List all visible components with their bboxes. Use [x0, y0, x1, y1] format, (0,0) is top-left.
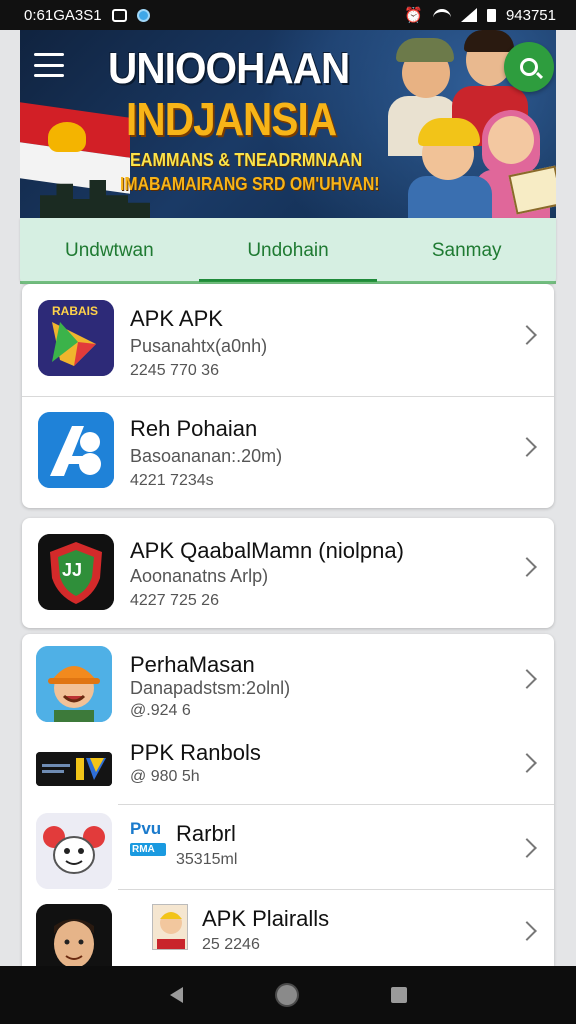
hamburger-icon-line — [34, 63, 64, 67]
worker-cartoon-graphic — [36, 646, 112, 722]
banner-title-line2: INDJANSIA — [126, 93, 337, 145]
search-icon — [520, 58, 538, 76]
status-time: 0:61GA3S1 — [24, 6, 102, 24]
tab-label: Undohain — [247, 240, 329, 261]
app-icon-label: JJ — [62, 560, 83, 580]
app-title: APK APK — [130, 306, 223, 331]
wifi-icon — [432, 9, 451, 21]
chevron-right-icon — [517, 669, 537, 689]
tab-bar: Undwtwan Undohain Sanmay — [20, 218, 556, 284]
small-avatar-graphic — [157, 912, 185, 949]
character-graphic — [36, 813, 112, 889]
app-card-group-3: PerhaMasan Danapadstsm:2olnl) @.924 6 PP… — [22, 634, 554, 966]
list-item[interactable]: PPK Ranbols @ 980 5h — [22, 730, 554, 804]
app-title: APK Plairalls — [202, 906, 330, 931]
chevron-right-icon — [517, 325, 537, 345]
status-right: ⏰ 943751 — [404, 6, 556, 25]
list-item[interactable]: Pvu RMA Rarbrl 35315ml — [22, 805, 554, 889]
tab-label: Sanmay — [431, 240, 502, 261]
letter-a-app-icon-graphic — [38, 412, 114, 488]
app-meta: 25 2246 — [202, 936, 260, 953]
app-title: Reh Pohaian — [130, 416, 258, 441]
chevron-right-icon — [517, 753, 537, 773]
letter-a-app-icon — [38, 412, 114, 488]
small-avatar-icon — [152, 904, 188, 950]
app-title: Rarbrl — [176, 821, 236, 846]
banner-subtitle-line1: EAMMANS & TNEADRMNAAN — [130, 150, 363, 170]
tab-label: Undwtwan — [64, 240, 154, 261]
tab-undwtwan[interactable]: Undwtwan — [20, 218, 199, 284]
system-nav-bar — [0, 966, 576, 1024]
character-soldier-hat — [396, 38, 454, 62]
badge-top-text: Pvu — [130, 819, 162, 838]
list-item[interactable]: PerhaMasan Danapadstsm:2olnl) @.924 6 — [22, 634, 554, 730]
character-worker-helmet — [418, 118, 480, 146]
home-icon[interactable] — [276, 985, 297, 1005]
app-card-group-2: JJ APK QaabalMamn (niolpna) Aoonanatns A… — [22, 518, 554, 628]
banner-title-line1: UNIOOHAAN — [108, 44, 350, 93]
list-item[interactable]: JJ APK QaabalMamn (niolpna) Aoonanatns A… — [22, 518, 554, 628]
chevron-right-icon — [517, 921, 537, 941]
recents-icon[interactable] — [390, 987, 407, 1003]
app-meta: 35315ml — [176, 851, 238, 868]
tab-undohain[interactable]: Undohain — [198, 218, 378, 284]
app-card-group-1: RABAIS APK APK Pusanahtx(a0nh) 2245 770 … — [22, 284, 554, 508]
list-item[interactable]: Reh Pohaian Basoananan:.20m) 4221 7234s — [22, 396, 554, 508]
status-right-text: 943751 — [505, 6, 556, 24]
status-bar: 0:61GA3S1 ⏰ 943751 — [0, 0, 576, 30]
worker-cartoon-icon — [36, 646, 112, 722]
app-icon-label: RABAIS — [52, 304, 99, 318]
portrait-app-icon — [36, 904, 112, 966]
signal-icon — [460, 8, 477, 22]
hamburger-icon-line — [34, 74, 64, 77]
chevron-right-icon — [517, 437, 537, 457]
app-meta: @ 980 5h — [130, 768, 200, 785]
dark-banner-app-icon — [36, 752, 112, 786]
book-icon — [508, 165, 556, 215]
chevron-right-icon — [517, 838, 537, 858]
menu-button[interactable] — [32, 50, 66, 80]
shield-app-icon: JJ — [38, 534, 114, 610]
character-man-hair — [464, 30, 514, 52]
emblem-icon — [48, 122, 86, 152]
search-button[interactable] — [504, 42, 554, 92]
character-worker-body — [408, 176, 492, 218]
app-subtitle: Aoonanatns Arlp) — [130, 566, 269, 586]
app-badge: Pvu RMA — [130, 819, 166, 863]
back-icon[interactable] — [169, 987, 183, 1003]
alarm-icon: ⏰ — [404, 7, 423, 24]
badge-bottom-text: RMA — [130, 843, 166, 856]
portrait-graphic — [36, 904, 112, 966]
status-left: 0:61GA3S1 — [24, 7, 150, 24]
character-app-icon — [36, 813, 112, 889]
location-icon — [136, 8, 150, 22]
app-meta: 4221 7234s — [130, 472, 214, 489]
hamburger-icon-line — [34, 53, 64, 56]
app-subtitle: Pusanahtx(a0nh) — [130, 336, 268, 356]
camera-icon — [111, 8, 127, 22]
battery-icon — [486, 8, 496, 22]
list-item[interactable]: RABAIS APK APK Pusanahtx(a0nh) 2245 770 … — [22, 284, 554, 396]
hero-banner[interactable]: UNIOOHAAN INDJANSIA EAMMANS & TNEADRMNAA… — [20, 30, 556, 218]
app-subtitle: Basoananan:.20m) — [130, 446, 283, 466]
chevron-right-icon — [517, 557, 537, 577]
app-meta: @.924 6 — [130, 702, 191, 719]
app-title: PerhaMasan — [130, 652, 255, 677]
character-woman-head — [488, 116, 534, 164]
list-item[interactable]: APK Plairalls 25 2246 — [22, 890, 554, 966]
tab-sanmay[interactable]: Sanmay — [377, 218, 556, 284]
app-meta: 4227 725 26 — [130, 592, 219, 609]
app-meta: 2245 770 36 — [130, 362, 219, 379]
app-title: PPK Ranbols — [130, 740, 261, 765]
app-title: APK QaabalMamn (niolpna) — [130, 538, 404, 563]
app-subtitle: Danapadstsm:2olnl) — [130, 678, 291, 698]
dark-banner-graphic — [36, 752, 112, 786]
banner-subtitle-line2: IMABAMAIRANG SRD OM'UHVAN! — [120, 174, 380, 194]
play-store-icon: RABAIS — [38, 300, 114, 376]
